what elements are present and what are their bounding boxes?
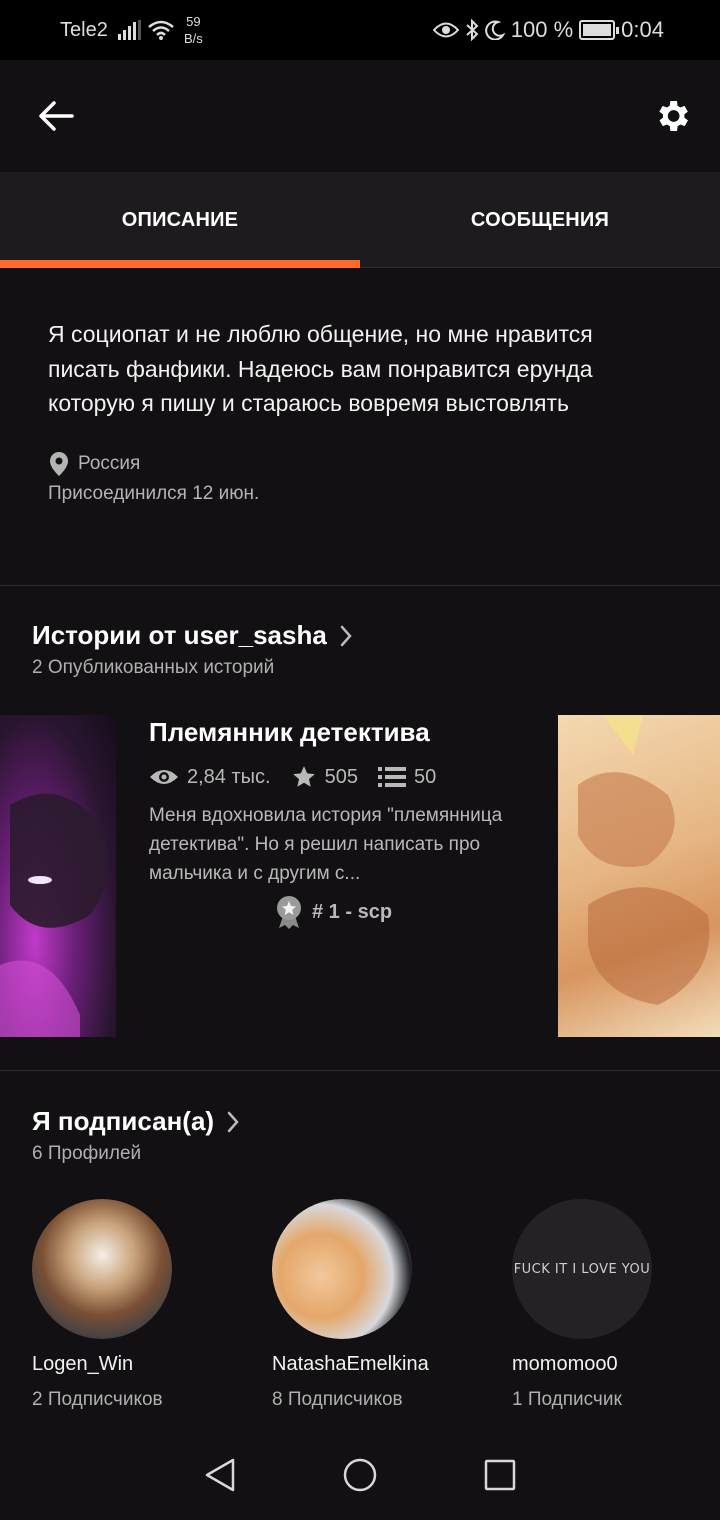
stories-section-title: Истории от user_sasha	[32, 620, 327, 650]
following-profiles: Logen_Win 2 Подписчиков NatashaEmelkina …	[0, 1199, 720, 1419]
location-pin-icon	[50, 452, 68, 476]
avatar-text: FUCK IT I LOVE YOU	[513, 1261, 651, 1277]
profile-joined-date: Присоединился 12 июн.	[48, 483, 260, 504]
star-icon	[292, 766, 315, 787]
profile-card[interactable]: Logen_Win 2 Подписчиков	[32, 1199, 252, 1414]
wifi-icon	[148, 20, 174, 40]
following-section-title: Я подписан(а)	[32, 1106, 215, 1136]
settings-button[interactable]	[644, 88, 700, 144]
bluetooth-icon	[466, 19, 479, 41]
profile-description: Я социопат и не люблю общение, но мне нр…	[48, 321, 593, 416]
following-count: 6 Профилей	[32, 1143, 142, 1164]
battery-percent: 100 %	[510, 17, 574, 42]
divider	[0, 585, 720, 586]
divider	[0, 1070, 720, 1071]
story-rank-badge[interactable]: # 1 - scp	[274, 894, 392, 930]
chevron-right-icon	[227, 1111, 239, 1132]
avatar[interactable]	[272, 1199, 412, 1339]
battery-icon	[579, 20, 620, 40]
system-nav-bar	[0, 1430, 720, 1520]
story-title[interactable]: Племянник детектива	[149, 717, 430, 748]
avatar[interactable]	[32, 1199, 172, 1339]
story-votes: 505	[324, 765, 358, 788]
eye-icon	[150, 770, 178, 784]
profile-followers: 1 Подписчик	[512, 1389, 622, 1410]
avatar[interactable]: FUCK IT I LOVE YOU	[512, 1199, 652, 1339]
moon-icon	[484, 20, 505, 40]
tab-description[interactable]: ОПИСАНИЕ	[0, 172, 360, 268]
following-section-link[interactable]: Я подписан(а)	[32, 1106, 240, 1137]
profile-name: Logen_Win	[32, 1353, 134, 1375]
cover-art	[0, 793, 108, 1037]
chevron-right-icon	[340, 625, 352, 646]
back-button[interactable]	[28, 88, 84, 144]
story-description: Меня вдохновила история "племянница дете…	[149, 805, 503, 884]
nav-home-button[interactable]	[330, 1445, 390, 1505]
profile-followers: 2 Подписчиков	[32, 1389, 163, 1410]
stories-count: 2 Опубликованных историй	[32, 657, 275, 678]
circle-home-icon	[343, 1458, 377, 1492]
app-bar	[0, 60, 720, 172]
profile-card[interactable]: FUCK IT I LOVE YOU momomoo0 1 Подписчик	[512, 1199, 720, 1414]
profile-name: NatashaEmelkina	[272, 1353, 429, 1375]
profile-tabs: ОПИСАНИЕ СООБЩЕНИЯ	[0, 172, 720, 268]
network-speed: 59 B/s	[184, 14, 203, 46]
story-parts: 50	[413, 765, 437, 788]
nav-back-button[interactable]	[190, 1445, 250, 1505]
tab-messages[interactable]: СООБЩЕНИЯ	[360, 172, 720, 268]
story-cover-previous[interactable]	[0, 715, 116, 1037]
award-icon	[277, 896, 301, 929]
profile-location: Россия	[78, 453, 141, 474]
status-bar: Tele2 59 B/s 100 % 0:04	[0, 0, 720, 60]
list-icon	[377, 767, 406, 787]
nav-recents-button[interactable]	[470, 1445, 530, 1505]
profile-card[interactable]: NatashaEmelkina 8 Подписчиков	[272, 1199, 492, 1414]
square-recents-icon	[484, 1459, 516, 1491]
carrier-name: Tele2	[60, 19, 108, 41]
profile-followers: 8 Подписчиков	[272, 1389, 403, 1410]
stories-section-link[interactable]: Истории от user_sasha	[32, 620, 353, 651]
story-stats: 2,84 тыс. 505 50	[149, 762, 456, 792]
gear-icon	[659, 101, 688, 131]
story-cover-next[interactable]	[558, 715, 720, 1037]
story-rank: # 1 - scp	[312, 900, 393, 923]
profile-name: momomoo0	[512, 1353, 618, 1375]
signal-icon	[118, 20, 141, 40]
eye-comfort-icon	[432, 22, 459, 38]
arrow-left-icon	[39, 101, 74, 131]
profile-meta: Россия Присоединился 12 июн.	[48, 450, 259, 508]
clock: 0:04	[621, 17, 664, 42]
triangle-back-icon	[205, 1458, 235, 1492]
story-views: 2,84 тыс.	[187, 765, 271, 788]
cover-art	[578, 715, 710, 1005]
